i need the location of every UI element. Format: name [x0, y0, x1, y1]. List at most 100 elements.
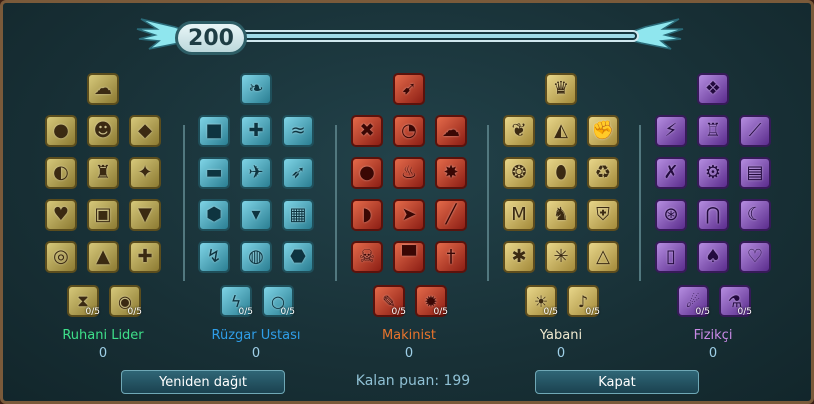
swirl-icon[interactable]: ◔	[393, 115, 425, 147]
crystal-icon[interactable]: ❖	[697, 73, 729, 105]
flame-icon[interactable]: ♨	[393, 157, 425, 189]
rifle-icon[interactable]: ╱	[435, 199, 467, 231]
spirit-icon[interactable]: ☁	[87, 73, 119, 105]
meep-icon-glyph: M	[511, 204, 527, 225]
shell-icon[interactable]: ◐	[45, 157, 77, 189]
bolt-icon-glyph: ⚡	[664, 120, 678, 141]
cross-icon[interactable]: ✖	[351, 115, 383, 147]
moon-icon[interactable]: ☾	[739, 199, 771, 231]
sword-icon[interactable]: †	[435, 241, 467, 273]
door-icon[interactable]: ▯	[655, 241, 687, 273]
broken-heart-icon[interactable]: ♡	[739, 241, 771, 273]
box-icon[interactable]: ■	[198, 115, 230, 147]
sheep-icon[interactable]: ☁	[435, 115, 467, 147]
feather-icon[interactable]: ❧	[240, 73, 272, 105]
level-progress-bar	[239, 30, 639, 48]
beetle-icon[interactable]: ✱	[503, 241, 535, 273]
lamp-icon[interactable]: ♖	[697, 115, 729, 147]
paw-icon[interactable]: ❂	[503, 157, 535, 189]
bow-icon[interactable]: ➶	[282, 157, 314, 189]
totem-icon[interactable]: ♜	[87, 157, 119, 189]
vest-icon[interactable]: ▼	[129, 199, 161, 231]
fur-icon[interactable]: ◭	[545, 115, 577, 147]
potion-icon[interactable]: ⚗ 0/5	[719, 285, 752, 317]
web-icon[interactable]: ✳	[545, 241, 577, 273]
blade-icon[interactable]: ⟋	[739, 115, 771, 147]
bomb-icon[interactable]: ●	[351, 157, 383, 189]
lightning-icon[interactable]: ϟ 0/5	[220, 285, 253, 317]
perk-count: 0/5	[238, 307, 253, 317]
fur-icon-glyph: ◭	[554, 120, 568, 141]
tree-divider	[335, 125, 337, 281]
chest-icon[interactable]: ▣	[87, 199, 119, 231]
apple-icon[interactable]: ●	[45, 115, 77, 147]
gear-icon[interactable]: ⚙	[697, 157, 729, 189]
heart-plus-icon[interactable]: ✚	[129, 241, 161, 273]
chicken-icon[interactable]: ♞	[545, 199, 577, 231]
level-bar-track	[239, 30, 639, 42]
crate-icon[interactable]: ▦	[282, 199, 314, 231]
meep-icon[interactable]: M	[503, 199, 535, 231]
sun-icon[interactable]: ☀ 0/5	[525, 285, 558, 317]
recycle-icon-glyph: ♻	[594, 162, 612, 183]
vest-icon-glyph: ▼	[138, 204, 152, 225]
nut-icon[interactable]: ⬣	[282, 241, 314, 273]
rock-icon[interactable]: ⬢	[198, 199, 230, 231]
spirit-icon-glyph: ☁	[94, 78, 112, 99]
door-icon-glyph: ▯	[666, 246, 676, 267]
globe-icon-glyph: ◍	[248, 246, 264, 267]
saw-icon-glyph: ⊛	[663, 204, 679, 225]
anvil-icon[interactable]: ▀	[393, 241, 425, 273]
log-icon[interactable]: ▬	[198, 157, 230, 189]
tree-name: Ruhani Lider	[62, 328, 144, 343]
wrench-icon[interactable]: ✎ 0/5	[373, 285, 406, 317]
rune-icon[interactable]: ✦	[129, 157, 161, 189]
bubble-icon[interactable]: ○ 0/5	[262, 285, 295, 317]
arrow-icon[interactable]: ➤	[393, 199, 425, 231]
balloon-icon-glyph: ◗	[362, 204, 372, 225]
burst-icon[interactable]: ✸	[435, 157, 467, 189]
magnet-icon[interactable]: ⋂	[697, 199, 729, 231]
shield-icon[interactable]: ◆	[129, 115, 161, 147]
balloon-icon[interactable]: ◗	[351, 199, 383, 231]
viking-icon[interactable]: ♛	[545, 73, 577, 105]
rocket-icon[interactable]: ➹	[393, 73, 425, 105]
crystal-icon-glyph: ❖	[704, 78, 722, 99]
eagle-icon[interactable]: ✈	[240, 157, 272, 189]
ring-icon-glyph: ◎	[53, 246, 69, 267]
sheep-icon-glyph: ☁	[442, 120, 460, 141]
meteor-icon[interactable]: ☄ 0/5	[677, 285, 710, 317]
ring-icon[interactable]: ◎	[45, 241, 77, 273]
wave-icon[interactable]: ≈	[282, 115, 314, 147]
trap-icon[interactable]: △	[587, 241, 619, 273]
bolt-icon[interactable]: ⚡	[655, 115, 687, 147]
egg-icon[interactable]: ⬮	[545, 157, 577, 189]
horn-icon[interactable]: ♪ 0/5	[567, 285, 600, 317]
skull-icon[interactable]: ☠	[351, 241, 383, 273]
hourglass-icon[interactable]: ⧗ 0/5	[67, 285, 100, 317]
drop-icon[interactable]: ▾	[240, 199, 272, 231]
blast-icon[interactable]: ✹ 0/5	[415, 285, 448, 317]
close-button[interactable]: Kapat	[535, 370, 699, 394]
globe-icon[interactable]: ◍	[240, 241, 272, 273]
heart-icon[interactable]: ♥	[45, 199, 77, 231]
medic-icon[interactable]: ✚	[240, 115, 272, 147]
x-icon[interactable]: ✗	[655, 157, 687, 189]
mask-icon[interactable]: ☻	[87, 115, 119, 147]
recycle-icon[interactable]: ♻	[587, 157, 619, 189]
egg-icon-glyph: ⬮	[555, 162, 567, 183]
leaf-icon[interactable]: ❦	[503, 115, 535, 147]
perk-count: 0/5	[127, 307, 142, 317]
reset-button[interactable]: Yeniden dağıt	[121, 370, 285, 394]
shell-icon-glyph: ◐	[53, 162, 69, 183]
mask-icon-glyph: ☻	[93, 120, 113, 141]
bag-icon[interactable]: ♠	[697, 241, 729, 273]
tree-name: Makinist	[381, 328, 437, 343]
orb-icon[interactable]: ◉ 0/5	[109, 285, 142, 317]
saw-icon[interactable]: ⊛	[655, 199, 687, 231]
armor-icon[interactable]: ⛨	[587, 199, 619, 231]
spikes-icon[interactable]: ▲	[87, 241, 119, 273]
fist-icon[interactable]: ✊	[587, 115, 619, 147]
hook-icon[interactable]: ↯	[198, 241, 230, 273]
book-icon[interactable]: ▤	[739, 157, 771, 189]
